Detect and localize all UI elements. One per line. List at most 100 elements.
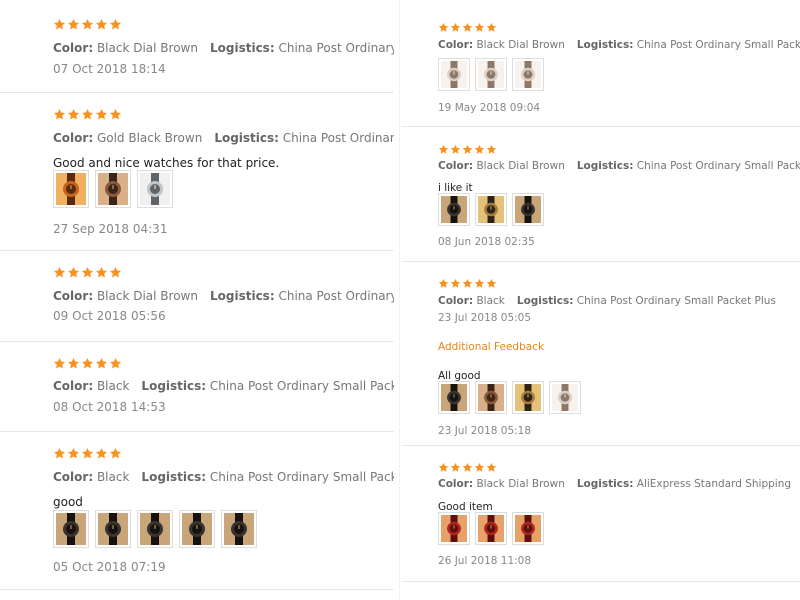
- order-meta: Color: Black Logistics: China Post Ordina…: [53, 379, 394, 393]
- review-card: Color: Black Logistics: China Post Ordina…: [0, 342, 394, 432]
- review-comment: good: [53, 495, 83, 509]
- watch-photo-gold: [478, 196, 504, 223]
- logistics-key: Logistics:: [576, 39, 634, 51]
- logistics-key: Logistics:: [576, 478, 634, 490]
- review-photo-thumbnail[interactable]: [179, 510, 215, 548]
- star-icon: [486, 18, 497, 32]
- review-photo-thumbnail[interactable]: [475, 193, 507, 226]
- review-photo-thumbnail[interactable]: [475, 381, 507, 414]
- order-meta: Color: Gold Black Brown Logistics: China …: [53, 131, 394, 145]
- star-rating: [438, 456, 800, 472]
- star-icon: [95, 106, 108, 119]
- review-photos: [438, 512, 800, 545]
- order-meta: Color: Black Dial Brown Logistics: China …: [53, 289, 394, 303]
- color-key: Color:: [53, 131, 94, 145]
- star-icon: [53, 106, 66, 119]
- logistics-key: Logistics:: [516, 295, 574, 307]
- star-icon: [67, 264, 80, 277]
- star-icon: [462, 18, 473, 32]
- color-key: Color:: [53, 470, 94, 484]
- review-photo-thumbnail[interactable]: [512, 381, 544, 414]
- additional-feedback-photos: [438, 381, 800, 414]
- watch-photo-light: [515, 61, 541, 88]
- logistics-key: Logistics:: [209, 289, 275, 303]
- star-icon: [462, 458, 473, 472]
- logistics-key: Logistics:: [214, 131, 279, 145]
- color-key: Color:: [438, 160, 474, 172]
- review-photo-thumbnail[interactable]: [475, 58, 507, 91]
- review-photo-thumbnail[interactable]: [512, 193, 544, 226]
- review-photo-thumbnail[interactable]: [438, 381, 470, 414]
- review-date: 19 May 2018 09:04: [438, 102, 541, 114]
- logistics-value: China Post Ordinary Small Packet Plus: [209, 379, 394, 393]
- review-photo-thumbnail[interactable]: [549, 381, 581, 414]
- star-icon: [474, 274, 485, 288]
- review-photo-thumbnail[interactable]: [137, 170, 173, 208]
- review-photo-thumbnail[interactable]: [512, 58, 544, 91]
- review-photo-thumbnail[interactable]: [221, 510, 257, 548]
- color-key: Color:: [53, 379, 94, 393]
- review-card: Color: Black Dial Brown Logistics: China …: [402, 127, 800, 262]
- review-photo-thumbnail[interactable]: [438, 193, 470, 226]
- watch-photo-dark: [441, 384, 467, 411]
- star-rating: [438, 272, 800, 288]
- star-icon: [109, 355, 122, 368]
- review-photo-thumbnail[interactable]: [512, 512, 544, 545]
- color-value: Black: [476, 295, 505, 307]
- logistics-value: China Post Ordinary Small Packet Plus: [576, 295, 776, 307]
- review-photo-thumbnail[interactable]: [137, 510, 173, 548]
- watch-photo-light: [441, 61, 467, 88]
- star-icon: [438, 274, 449, 288]
- star-icon: [81, 16, 94, 29]
- star-rating: [438, 16, 800, 32]
- watch-photo-dark: [441, 196, 467, 223]
- review-card: Color: Black Dial Brown Logistics: China …: [402, 0, 800, 127]
- review-photo-thumbnail[interactable]: [53, 510, 89, 548]
- watch-photo-red: [478, 515, 504, 542]
- star-icon: [67, 355, 80, 368]
- watch-photo-brown: [98, 173, 128, 205]
- review-photo-thumbnail[interactable]: [95, 510, 131, 548]
- watch-photo-light: [552, 384, 578, 411]
- logistics-value: China Post Ordinary Small Packet Plus: [636, 39, 800, 51]
- review-photos: [438, 58, 800, 91]
- star-icon: [462, 140, 473, 154]
- color-key: Color:: [438, 39, 474, 51]
- star-icon: [109, 264, 122, 277]
- review-photo-thumbnail[interactable]: [438, 58, 470, 91]
- star-icon: [95, 264, 108, 277]
- star-icon: [53, 355, 66, 368]
- review-photo-thumbnail[interactable]: [95, 170, 131, 208]
- review-card: Color: Black Dial Brown Logistics: China …: [0, 0, 394, 93]
- color-value: Black Dial Brown: [96, 289, 198, 303]
- right-review-column: Color: Black Dial Brown Logistics: China …: [402, 0, 800, 600]
- logistics-key: Logistics:: [141, 379, 207, 393]
- review-photos: [53, 510, 394, 548]
- star-icon: [486, 140, 497, 154]
- star-icon: [438, 458, 449, 472]
- review-card: Color: Black Dial Brown Logistics: China …: [0, 251, 394, 342]
- star-icon: [81, 355, 94, 368]
- review-photo-thumbnail[interactable]: [475, 512, 507, 545]
- column-divider: [399, 0, 400, 600]
- watch-photo-dark: [224, 513, 254, 545]
- review-card: Color: Gold Black Brown Logistics: China …: [0, 93, 394, 251]
- star-icon: [67, 16, 80, 29]
- star-icon: [95, 16, 108, 29]
- logistics-value: China Post Ordinary Small Packet Plus: [278, 41, 394, 55]
- review-photo-thumbnail[interactable]: [53, 170, 89, 208]
- star-rating: [53, 15, 394, 29]
- logistics-value: AliExpress Standard Shipping: [636, 478, 792, 490]
- review-photo-thumbnail[interactable]: [438, 512, 470, 545]
- star-icon: [486, 458, 497, 472]
- logistics-key: Logistics:: [141, 470, 207, 484]
- star-rating: [438, 138, 800, 154]
- review-card: Color: Black Logistics: China Post Ordina…: [402, 262, 800, 446]
- star-icon: [486, 274, 497, 288]
- order-meta: Color: Black Dial Brown Logistics: China …: [53, 41, 394, 55]
- review-date: 23 Jul 2018 05:05: [438, 312, 532, 324]
- star-icon: [53, 445, 66, 458]
- watch-photo-dark: [140, 513, 170, 545]
- color-value: Black Dial Brown: [476, 478, 565, 490]
- review-date: 26 Jul 2018 11:08: [438, 555, 532, 567]
